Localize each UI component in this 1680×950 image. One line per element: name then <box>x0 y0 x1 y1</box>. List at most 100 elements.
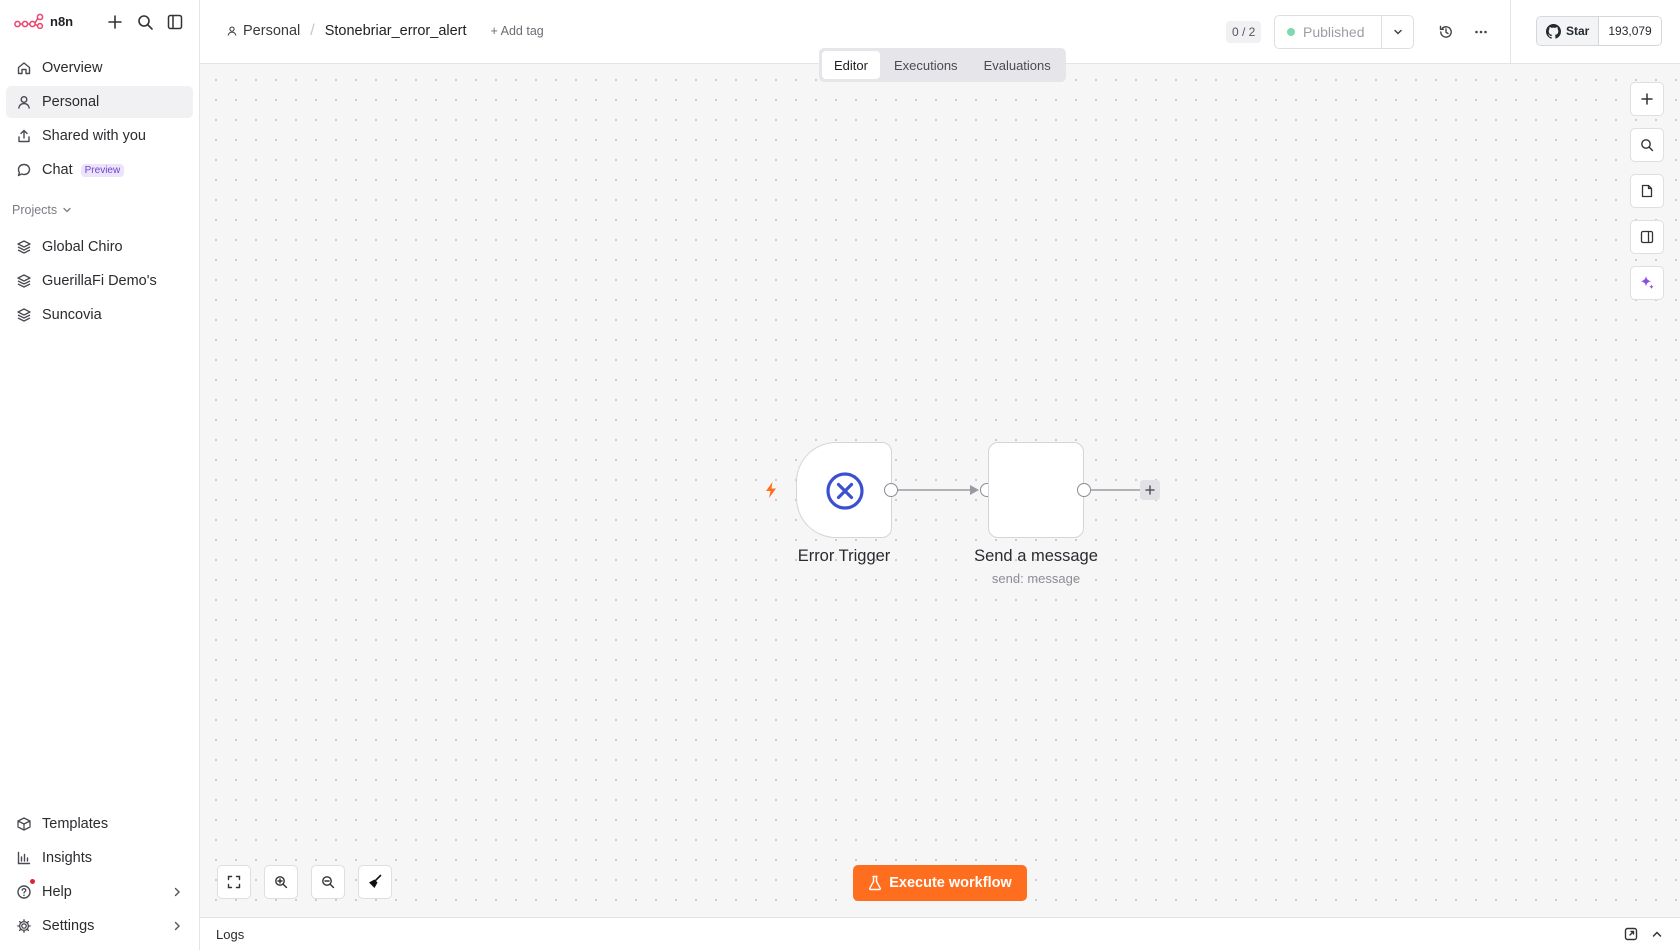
zoom-in-button[interactable] <box>264 865 298 899</box>
project-label: Suncovia <box>42 307 102 323</box>
plus-icon <box>1145 485 1155 495</box>
workflow-name[interactable]: Stonebriar_error_alert <box>325 23 467 39</box>
add-icon[interactable] <box>106 13 124 31</box>
logs-panel-bar[interactable]: Logs <box>200 917 1680 950</box>
broom-icon <box>369 874 382 888</box>
zoom-in-icon <box>275 876 288 889</box>
flask-icon <box>869 875 882 891</box>
zoom-out-button[interactable] <box>311 865 345 899</box>
popout-icon[interactable] <box>1624 927 1638 941</box>
connections-layer <box>898 485 1140 495</box>
history-icon[interactable] <box>1438 24 1454 40</box>
nav-settings[interactable]: Settings <box>6 910 193 942</box>
nav-insights-label: Insights <box>42 850 92 866</box>
app-name: n8n <box>50 13 74 29</box>
nav-templates-label: Templates <box>42 816 109 832</box>
project-guerillafi-demos[interactable]: GuerillaFi Demo's <box>6 265 193 297</box>
templates-icon <box>16 816 32 832</box>
user-icon <box>227 26 237 36</box>
insights-icon <box>16 850 32 866</box>
layers-icon <box>16 239 32 255</box>
add-node-tool-button[interactable] <box>1630 82 1664 116</box>
send-message-node[interactable] <box>988 442 1084 538</box>
search-nodes-button[interactable] <box>1630 128 1664 162</box>
published-label: Published <box>1303 24 1365 40</box>
sidebar-header: n8n <box>0 0 200 44</box>
node-subtitle: send: message <box>991 571 1081 586</box>
chat-icon <box>16 162 32 178</box>
user-icon <box>16 94 32 110</box>
execute-workflow-label: Execute workflow <box>889 875 1012 891</box>
fit-view-icon <box>227 875 241 889</box>
node-label: Send a message <box>974 547 1098 565</box>
tidy-up-button[interactable] <box>358 865 392 899</box>
workflow-canvas[interactable]: Error Trigger Send a message send: messa… <box>200 64 1680 917</box>
collapse-sidebar-icon[interactable] <box>166 13 184 31</box>
toggle-panel-button[interactable] <box>1630 220 1664 254</box>
canvas-zoom-toolbar <box>217 865 392 899</box>
nav-templates[interactable]: Templates <box>6 808 193 840</box>
error-trigger-node[interactable] <box>796 442 892 538</box>
preview-badge: Preview <box>80 163 125 177</box>
github-icon <box>1546 23 1561 39</box>
nav-overview-label: Overview <box>42 60 103 76</box>
nav-insights[interactable]: Insights <box>6 842 193 874</box>
github-star-widget: Star 193,079 <box>1536 16 1662 46</box>
chevron-right-icon <box>171 886 183 898</box>
node-label: Error Trigger <box>797 547 891 565</box>
nav-settings-label: Settings <box>42 918 95 934</box>
github-star-count[interactable]: 193,079 <box>1599 17 1661 45</box>
ai-assistant-button[interactable] <box>1630 266 1664 300</box>
nav-personal-label: Personal <box>42 94 100 110</box>
published-button[interactable]: Published <box>1275 16 1381 48</box>
chevron-up-icon[interactable] <box>1650 927 1664 941</box>
sparkle-icon <box>1640 276 1654 290</box>
n8n-logo-icon <box>14 13 44 29</box>
breadcrumb: Personal / Stonebriar_error_alert + Add … <box>226 22 544 40</box>
share-icon <box>16 128 32 144</box>
nav-shared-with-you[interactable]: Shared with you <box>6 120 193 152</box>
lightning-bolt-icon <box>763 481 779 499</box>
breadcrumb-project-label: Personal <box>243 23 301 39</box>
nav-overview[interactable]: Overview <box>6 52 193 84</box>
github-star-button[interactable]: Star <box>1537 17 1600 45</box>
add-node-button[interactable] <box>1140 480 1160 500</box>
project-suncovia[interactable]: Suncovia <box>6 299 193 331</box>
project-label: GuerillaFi Demo's <box>42 273 157 289</box>
nav-shared-label: Shared with you <box>42 128 146 144</box>
output-handle[interactable] <box>884 483 898 497</box>
n8n-logo[interactable]: n8n <box>14 13 73 29</box>
published-status-dot <box>1287 28 1295 36</box>
chevron-down-icon <box>63 207 71 213</box>
tab-evaluations[interactable]: Evaluations <box>972 51 1063 79</box>
tab-executions[interactable]: Executions <box>882 51 970 79</box>
home-icon <box>16 60 32 76</box>
sticky-note-button[interactable] <box>1630 174 1664 208</box>
breadcrumb-project[interactable]: Personal <box>226 23 300 39</box>
add-tag-button[interactable]: + Add tag <box>491 24 544 38</box>
project-global-chiro[interactable]: Global Chiro <box>6 231 193 263</box>
output-handle[interactable] <box>1077 483 1091 497</box>
execute-workflow-button[interactable]: Execute workflow <box>853 865 1027 901</box>
chevron-down-icon <box>1393 29 1402 35</box>
sidebar: n8n Overview Personal Shared with you Ch… <box>0 0 200 950</box>
publish-control: Published <box>1274 15 1414 49</box>
search-icon <box>1641 139 1654 152</box>
nav-personal[interactable]: Personal <box>6 86 193 118</box>
publish-dropdown-button[interactable] <box>1381 16 1413 48</box>
fit-view-button[interactable] <box>217 865 251 899</box>
canvas-right-toolbar <box>1630 82 1664 300</box>
search-icon[interactable] <box>136 13 154 31</box>
tab-editor[interactable]: Editor <box>822 51 880 79</box>
layers-icon <box>16 273 32 289</box>
help-notification-dot <box>30 879 35 884</box>
nav-chat[interactable]: Chat Preview <box>6 154 193 186</box>
projects-toggle[interactable]: Projects <box>12 203 72 217</box>
more-options-icon[interactable] <box>1473 24 1489 40</box>
help-icon <box>16 884 32 900</box>
chevron-right-icon <box>171 920 183 932</box>
project-label: Global Chiro <box>42 239 123 255</box>
projects-heading: Projects <box>12 203 58 217</box>
nav-help-label: Help <box>42 884 72 900</box>
nav-chat-label: Chat <box>42 162 73 178</box>
